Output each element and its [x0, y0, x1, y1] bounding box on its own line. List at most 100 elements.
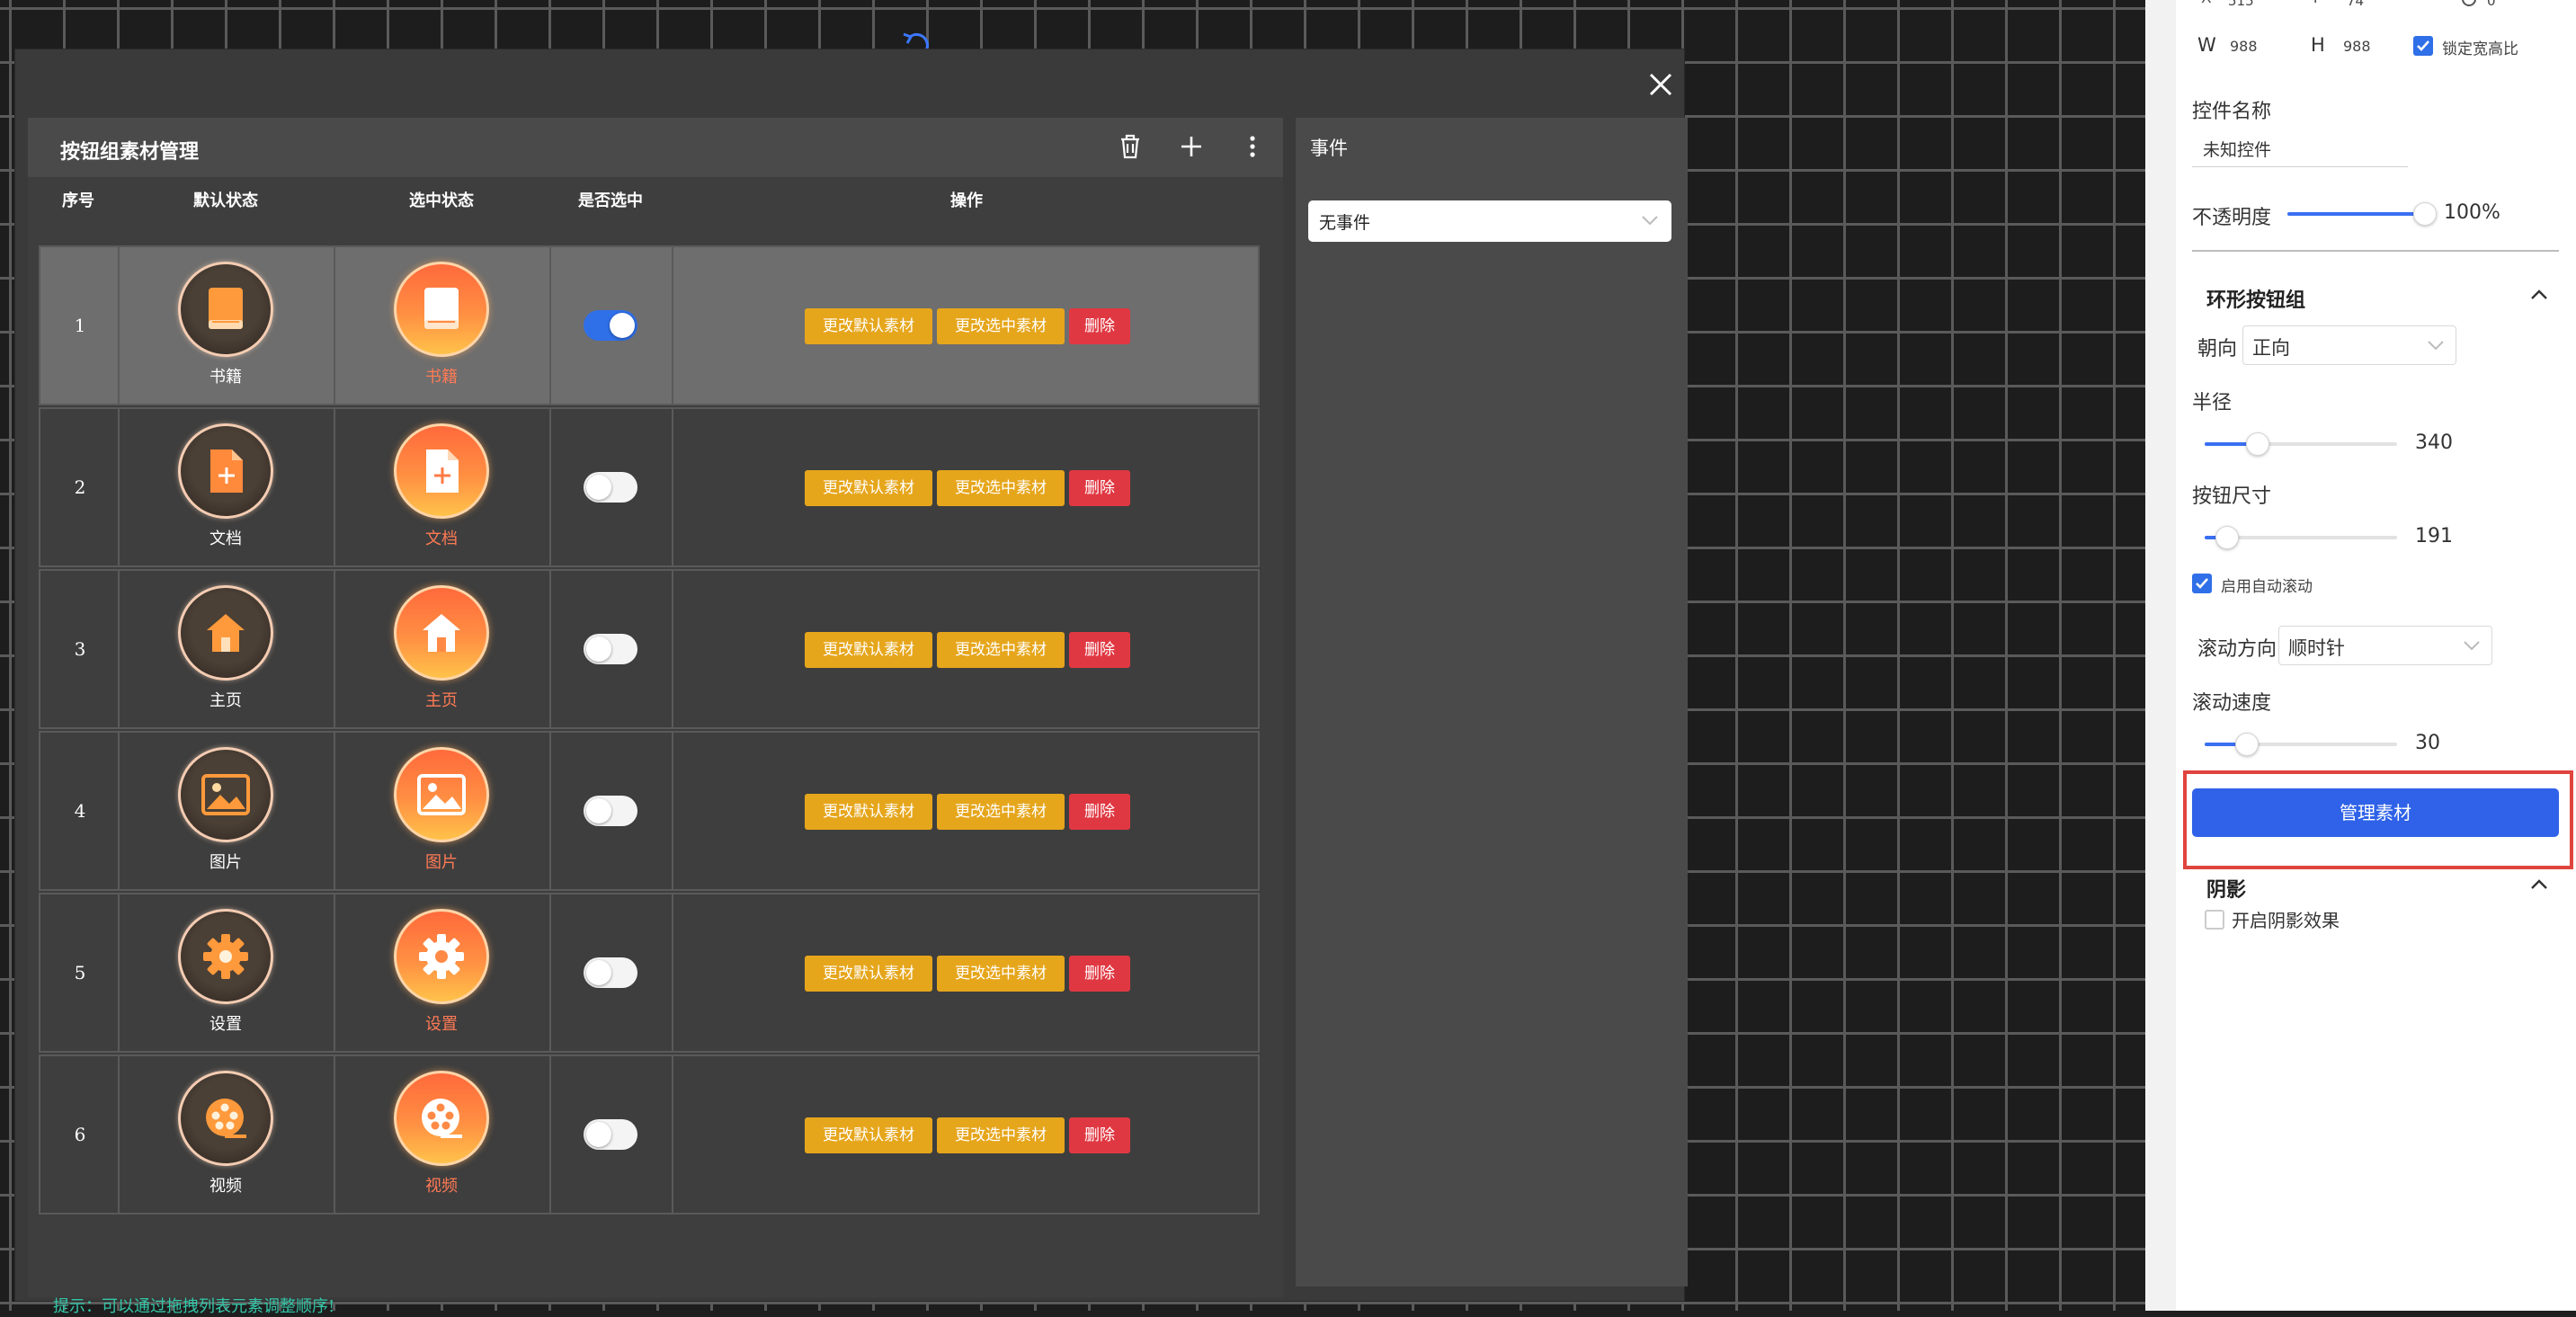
delete-button[interactable]: 删除 — [1069, 308, 1130, 344]
change-selected-material-button[interactable]: 更改选中素材 — [937, 956, 1065, 992]
table-row[interactable]: 4 图片 图片 更改默认素材 更改选中素材 删除 — [39, 731, 1260, 891]
selected-material-thumb[interactable] — [394, 747, 489, 842]
delete-button[interactable]: 删除 — [1069, 1117, 1130, 1153]
selected-material-thumb[interactable] — [394, 1071, 489, 1166]
delete-button[interactable]: 删除 — [1069, 956, 1130, 992]
radius-label: 半径 — [2192, 392, 2233, 414]
table-row[interactable]: 5 设置 设置 更改默认素材 更改选中素材 删除 — [39, 893, 1260, 1053]
shadow-section-title: 阴影 — [2206, 879, 2247, 902]
change-selected-material-button[interactable]: 更改选中素材 — [937, 632, 1065, 668]
check-icon — [2196, 578, 2208, 589]
opacity-slider[interactable] — [2287, 202, 2437, 226]
table-row[interactable]: 2 文档 文档 更改默认素材 更改选中素材 删除 — [39, 407, 1260, 567]
name-label: 控件名称 — [2192, 101, 2272, 123]
auto-scroll-label: 启用自动滚动 — [2221, 578, 2313, 596]
column-header-is-selected: 是否选中 — [578, 191, 643, 210]
default-label: 设置 — [209, 1015, 242, 1034]
default-material-thumb[interactable] — [178, 1071, 273, 1166]
material-list-header: 按钮组素材管理 — [28, 118, 1283, 177]
change-default-material-button[interactable]: 更改默认素材 — [805, 470, 932, 506]
scroll-speed-label: 滚动速度 — [2192, 692, 2272, 715]
change-selected-material-button[interactable]: 更改选中素材 — [937, 794, 1065, 830]
change-default-material-button[interactable]: 更改默认素材 — [805, 794, 932, 830]
film-reel-icon — [422, 1099, 462, 1138]
selected-toggle[interactable] — [584, 1119, 637, 1150]
lock-ratio-checkbox[interactable] — [2413, 36, 2433, 56]
radius-slider-thumb[interactable] — [2246, 432, 2269, 456]
change-selected-material-button[interactable]: 更改选中素材 — [937, 1117, 1065, 1153]
default-material-thumb[interactable] — [178, 909, 273, 1004]
row-index: 6 — [74, 1124, 86, 1145]
change-default-material-button[interactable]: 更改默认素材 — [805, 308, 932, 344]
w-label: W — [2197, 34, 2216, 56]
name-input[interactable]: 未知控件 — [2192, 137, 2408, 167]
change-selected-material-button[interactable]: 更改选中素材 — [937, 470, 1065, 506]
change-default-material-button[interactable]: 更改默认素材 — [805, 632, 932, 668]
event-title: 事件 — [1310, 138, 1348, 159]
selected-material-thumb[interactable] — [394, 423, 489, 519]
default-label: 文档 — [209, 529, 242, 548]
button-size-slider[interactable] — [2205, 526, 2397, 549]
scroll-direction-select[interactable]: 顺时针 — [2278, 626, 2492, 665]
delete-button[interactable]: 删除 — [1069, 470, 1130, 506]
material-table: 1 书籍 书籍 更改默认素材 更改选中素材 删除 2 文档 文档 更改默认素材 … — [39, 245, 1261, 1216]
plus-icon[interactable] — [1175, 130, 1208, 163]
drag-sort-hint: 提示：可以通过拖拽列表元素调整顺序! — [53, 1297, 335, 1316]
row-index: 4 — [74, 800, 86, 822]
y-label: Y — [2311, 0, 2320, 7]
more-vertical-icon[interactable] — [1236, 130, 1269, 163]
row-index: 3 — [74, 638, 86, 660]
x-value[interactable]: 515 — [2228, 0, 2254, 9]
chevron-down-icon — [2464, 641, 2480, 651]
home-icon — [423, 614, 460, 652]
check-icon — [2417, 40, 2429, 51]
opacity-label: 不透明度 — [2192, 207, 2272, 229]
change-default-material-button[interactable]: 更改默认素材 — [805, 1117, 932, 1153]
radius-slider[interactable] — [2205, 432, 2397, 456]
button-size-value: 191 — [2415, 525, 2453, 547]
default-material-thumb[interactable] — [178, 423, 273, 519]
book-icon — [424, 288, 459, 329]
selected-material-thumb[interactable] — [394, 909, 489, 1004]
button-size-label: 按钮尺寸 — [2192, 485, 2272, 508]
table-row[interactable]: 3 主页 主页 更改默认素材 更改选中素材 删除 — [39, 569, 1260, 729]
opacity-slider-thumb[interactable] — [2413, 202, 2437, 226]
event-select[interactable]: 无事件 — [1308, 200, 1671, 242]
w-value[interactable]: 988 — [2230, 38, 2258, 55]
default-material-thumb[interactable] — [178, 747, 273, 842]
h-value[interactable]: 988 — [2343, 38, 2371, 55]
close-icon[interactable] — [1638, 62, 1683, 107]
chevron-up-icon[interactable] — [2528, 288, 2550, 302]
auto-scroll-checkbox[interactable] — [2192, 574, 2212, 593]
scroll-speed-slider[interactable] — [2205, 733, 2397, 756]
change-default-material-button[interactable]: 更改默认素材 — [805, 956, 932, 992]
default-material-thumb[interactable] — [178, 585, 273, 681]
button-size-slider-thumb[interactable] — [2215, 526, 2239, 549]
table-row[interactable]: 6 视频 视频 更改默认素材 更改选中素材 删除 — [39, 1054, 1260, 1215]
document-add-icon — [210, 449, 243, 493]
table-row[interactable]: 1 书籍 书籍 更改默认素材 更改选中素材 删除 — [39, 245, 1260, 405]
row-index: 1 — [74, 315, 86, 336]
angle-value[interactable]: 0 — [2487, 0, 2496, 9]
scroll-speed-slider-thumb[interactable] — [2235, 733, 2259, 756]
selected-material-thumb[interactable] — [394, 585, 489, 681]
shadow-checkbox[interactable] — [2205, 910, 2224, 930]
selected-toggle[interactable] — [584, 310, 637, 341]
y-value[interactable]: 74 — [2347, 0, 2364, 9]
direction-select-value: 正向 — [2252, 337, 2290, 359]
selected-toggle[interactable] — [584, 957, 637, 988]
change-selected-material-button[interactable]: 更改选中素材 — [937, 308, 1065, 344]
selected-label: 文档 — [425, 529, 458, 548]
selected-label: 视频 — [425, 1177, 458, 1196]
selected-toggle[interactable] — [584, 796, 637, 826]
selected-toggle[interactable] — [584, 634, 637, 664]
direction-select[interactable]: 正向 — [2242, 325, 2456, 365]
delete-button[interactable]: 删除 — [1069, 632, 1130, 668]
trash-icon[interactable] — [1114, 130, 1146, 163]
selected-label: 图片 — [425, 853, 458, 872]
selected-toggle[interactable] — [584, 472, 637, 503]
selected-material-thumb[interactable] — [394, 262, 489, 357]
chevron-up-icon[interactable] — [2528, 877, 2550, 892]
delete-button[interactable]: 删除 — [1069, 794, 1130, 830]
default-material-thumb[interactable] — [178, 262, 273, 357]
